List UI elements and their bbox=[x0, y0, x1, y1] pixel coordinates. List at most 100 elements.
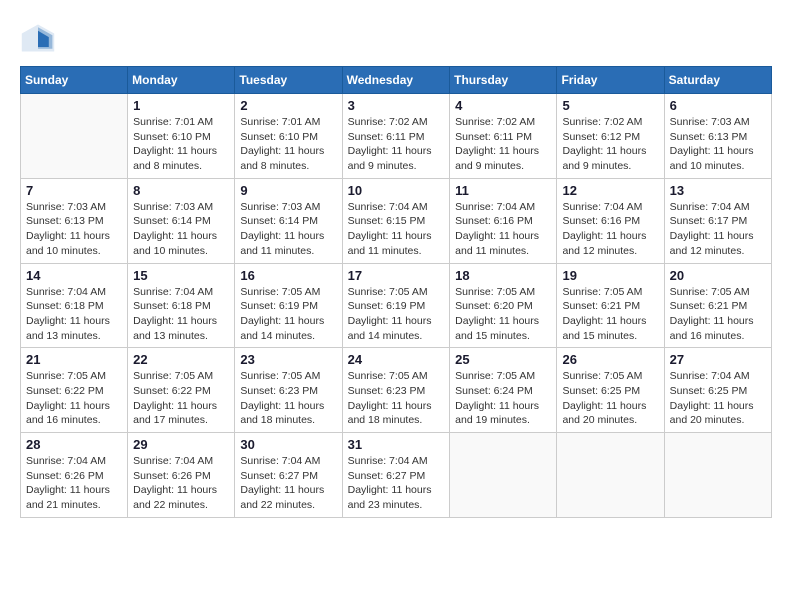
calendar-cell: 25 Sunrise: 7:05 AMSunset: 6:24 PMDayligh… bbox=[450, 348, 557, 433]
day-info: Sunrise: 7:02 AMSunset: 6:11 PMDaylight:… bbox=[455, 115, 551, 174]
day-number: 27 bbox=[670, 352, 766, 367]
calendar-cell: 26 Sunrise: 7:05 AMSunset: 6:25 PMDayligh… bbox=[557, 348, 664, 433]
day-info: Sunrise: 7:01 AMSunset: 6:10 PMDaylight:… bbox=[133, 115, 229, 174]
calendar-cell: 11Sunrise: 7:04 AMSunset: 6:16 PMDayligh… bbox=[450, 178, 557, 263]
day-number: 31 bbox=[348, 437, 445, 452]
logo bbox=[20, 20, 60, 56]
day-info: Sunrise: 7:04 AMSunset: 6:27 PMDaylight:… bbox=[240, 454, 336, 513]
day-info: Sunrise: 7:02 AMSunset: 6:12 PMDaylight:… bbox=[562, 115, 658, 174]
calendar-cell: 20 Sunrise: 7:05 AMSunset: 6:21 PMDayligh… bbox=[664, 263, 771, 348]
day-number: 15 bbox=[133, 268, 229, 283]
day-info: Sunrise: 7:04 AMSunset: 6:16 PMDaylight:… bbox=[562, 200, 658, 259]
day-number: 16 bbox=[240, 268, 336, 283]
calendar-cell bbox=[664, 433, 771, 518]
day-number: 22 bbox=[133, 352, 229, 367]
calendar-cell: 24 Sunrise: 7:05 AMSunset: 6:23 PMDayligh… bbox=[342, 348, 450, 433]
calendar-cell bbox=[557, 433, 664, 518]
day-number: 4 bbox=[455, 98, 551, 113]
day-info: Sunrise: 7:05 AMSunset: 6:25 PMDaylight:… bbox=[562, 369, 658, 428]
day-number: 25 bbox=[455, 352, 551, 367]
calendar-cell: 27 Sunrise: 7:04 AMSunset: 6:25 PMDayligh… bbox=[664, 348, 771, 433]
day-number: 5 bbox=[562, 98, 658, 113]
calendar-cell: 1Sunrise: 7:01 AMSunset: 6:10 PMDaylight… bbox=[128, 94, 235, 179]
day-info: Sunrise: 7:04 AMSunset: 6:18 PMDaylight:… bbox=[133, 285, 229, 344]
day-info: Sunrise: 7:04 AMSunset: 6:27 PMDaylight:… bbox=[348, 454, 445, 513]
week-row-2: 7 Sunrise: 7:03 AMSunset: 6:13 PMDaylight… bbox=[21, 178, 772, 263]
calendar-cell: 7 Sunrise: 7:03 AMSunset: 6:13 PMDaylight… bbox=[21, 178, 128, 263]
calendar-cell: 15 Sunrise: 7:04 AMSunset: 6:18 PMDayligh… bbox=[128, 263, 235, 348]
calendar-cell: 16 Sunrise: 7:05 AMSunset: 6:19 PMDayligh… bbox=[235, 263, 342, 348]
week-row-3: 14 Sunrise: 7:04 AMSunset: 6:18 PMDayligh… bbox=[21, 263, 772, 348]
calendar-cell: 3 Sunrise: 7:02 AMSunset: 6:11 PMDaylight… bbox=[342, 94, 450, 179]
day-info: Sunrise: 7:03 AMSunset: 6:13 PMDaylight:… bbox=[26, 200, 122, 259]
day-number: 3 bbox=[348, 98, 445, 113]
day-number: 17 bbox=[348, 268, 445, 283]
day-number: 13 bbox=[670, 183, 766, 198]
day-info: Sunrise: 7:03 AMSunset: 6:14 PMDaylight:… bbox=[240, 200, 336, 259]
calendar-cell: 8 Sunrise: 7:03 AMSunset: 6:14 PMDaylight… bbox=[128, 178, 235, 263]
day-info: Sunrise: 7:05 AMSunset: 6:22 PMDaylight:… bbox=[133, 369, 229, 428]
weekday-header-monday: Monday bbox=[128, 67, 235, 94]
calendar-cell: 17 Sunrise: 7:05 AMSunset: 6:19 PMDayligh… bbox=[342, 263, 450, 348]
calendar-cell: 28 Sunrise: 7:04 AMSunset: 6:26 PMDayligh… bbox=[21, 433, 128, 518]
calendar-cell: 21 Sunrise: 7:05 AMSunset: 6:22 PMDayligh… bbox=[21, 348, 128, 433]
day-info: Sunrise: 7:02 AMSunset: 6:11 PMDaylight:… bbox=[348, 115, 445, 174]
weekday-header-row: SundayMondayTuesdayWednesdayThursdayFrid… bbox=[21, 67, 772, 94]
calendar-cell: 13 Sunrise: 7:04 AMSunset: 6:17 PMDayligh… bbox=[664, 178, 771, 263]
day-info: Sunrise: 7:04 AMSunset: 6:26 PMDaylight:… bbox=[26, 454, 122, 513]
day-number: 19 bbox=[562, 268, 658, 283]
day-info: Sunrise: 7:04 AMSunset: 6:17 PMDaylight:… bbox=[670, 200, 766, 259]
day-info: Sunrise: 7:04 AMSunset: 6:18 PMDaylight:… bbox=[26, 285, 122, 344]
day-number: 24 bbox=[348, 352, 445, 367]
day-number: 20 bbox=[670, 268, 766, 283]
day-number: 12 bbox=[562, 183, 658, 198]
logo-icon bbox=[20, 20, 56, 56]
day-info: Sunrise: 7:04 AMSunset: 6:26 PMDaylight:… bbox=[133, 454, 229, 513]
day-number: 9 bbox=[240, 183, 336, 198]
day-info: Sunrise: 7:05 AMSunset: 6:23 PMDaylight:… bbox=[240, 369, 336, 428]
weekday-header-tuesday: Tuesday bbox=[235, 67, 342, 94]
day-number: 8 bbox=[133, 183, 229, 198]
day-number: 18 bbox=[455, 268, 551, 283]
day-info: Sunrise: 7:05 AMSunset: 6:22 PMDaylight:… bbox=[26, 369, 122, 428]
calendar-cell: 2 Sunrise: 7:01 AMSunset: 6:10 PMDaylight… bbox=[235, 94, 342, 179]
day-info: Sunrise: 7:04 AMSunset: 6:25 PMDaylight:… bbox=[670, 369, 766, 428]
day-info: Sunrise: 7:05 AMSunset: 6:19 PMDaylight:… bbox=[348, 285, 445, 344]
day-number: 29 bbox=[133, 437, 229, 452]
weekday-header-thursday: Thursday bbox=[450, 67, 557, 94]
weekday-header-sunday: Sunday bbox=[21, 67, 128, 94]
calendar-cell bbox=[450, 433, 557, 518]
day-number: 30 bbox=[240, 437, 336, 452]
day-info: Sunrise: 7:03 AMSunset: 6:13 PMDaylight:… bbox=[670, 115, 766, 174]
day-number: 26 bbox=[562, 352, 658, 367]
weekday-header-wednesday: Wednesday bbox=[342, 67, 450, 94]
calendar-cell: 30 Sunrise: 7:04 AMSunset: 6:27 PMDayligh… bbox=[235, 433, 342, 518]
day-number: 10 bbox=[348, 183, 445, 198]
calendar-cell: 22 Sunrise: 7:05 AMSunset: 6:22 PMDayligh… bbox=[128, 348, 235, 433]
day-info: Sunrise: 7:05 AMSunset: 6:19 PMDaylight:… bbox=[240, 285, 336, 344]
day-number: 21 bbox=[26, 352, 122, 367]
day-info: Sunrise: 7:01 AMSunset: 6:10 PMDaylight:… bbox=[240, 115, 336, 174]
calendar-cell: 29 Sunrise: 7:04 AMSunset: 6:26 PMDayligh… bbox=[128, 433, 235, 518]
day-info: Sunrise: 7:04 AMSunset: 6:16 PMDaylight:… bbox=[455, 200, 551, 259]
day-info: Sunrise: 7:03 AMSunset: 6:14 PMDaylight:… bbox=[133, 200, 229, 259]
week-row-1: 1Sunrise: 7:01 AMSunset: 6:10 PMDaylight… bbox=[21, 94, 772, 179]
day-info: Sunrise: 7:05 AMSunset: 6:24 PMDaylight:… bbox=[455, 369, 551, 428]
day-number: 28 bbox=[26, 437, 122, 452]
day-info: Sunrise: 7:05 AMSunset: 6:23 PMDaylight:… bbox=[348, 369, 445, 428]
day-number: 7 bbox=[26, 183, 122, 198]
calendar-cell: 23Sunrise: 7:05 AMSunset: 6:23 PMDayligh… bbox=[235, 348, 342, 433]
day-info: Sunrise: 7:05 AMSunset: 6:21 PMDaylight:… bbox=[670, 285, 766, 344]
weekday-header-friday: Friday bbox=[557, 67, 664, 94]
calendar-cell: 9 Sunrise: 7:03 AMSunset: 6:14 PMDaylight… bbox=[235, 178, 342, 263]
day-number: 14 bbox=[26, 268, 122, 283]
week-row-4: 21 Sunrise: 7:05 AMSunset: 6:22 PMDayligh… bbox=[21, 348, 772, 433]
calendar-cell bbox=[21, 94, 128, 179]
calendar-cell: 10 Sunrise: 7:04 AMSunset: 6:15 PMDayligh… bbox=[342, 178, 450, 263]
day-info: Sunrise: 7:05 AMSunset: 6:20 PMDaylight:… bbox=[455, 285, 551, 344]
day-number: 2 bbox=[240, 98, 336, 113]
calendar-cell: 5 Sunrise: 7:02 AMSunset: 6:12 PMDaylight… bbox=[557, 94, 664, 179]
week-row-5: 28 Sunrise: 7:04 AMSunset: 6:26 PMDayligh… bbox=[21, 433, 772, 518]
calendar: SundayMondayTuesdayWednesdayThursdayFrid… bbox=[20, 66, 772, 518]
day-info: Sunrise: 7:04 AMSunset: 6:15 PMDaylight:… bbox=[348, 200, 445, 259]
